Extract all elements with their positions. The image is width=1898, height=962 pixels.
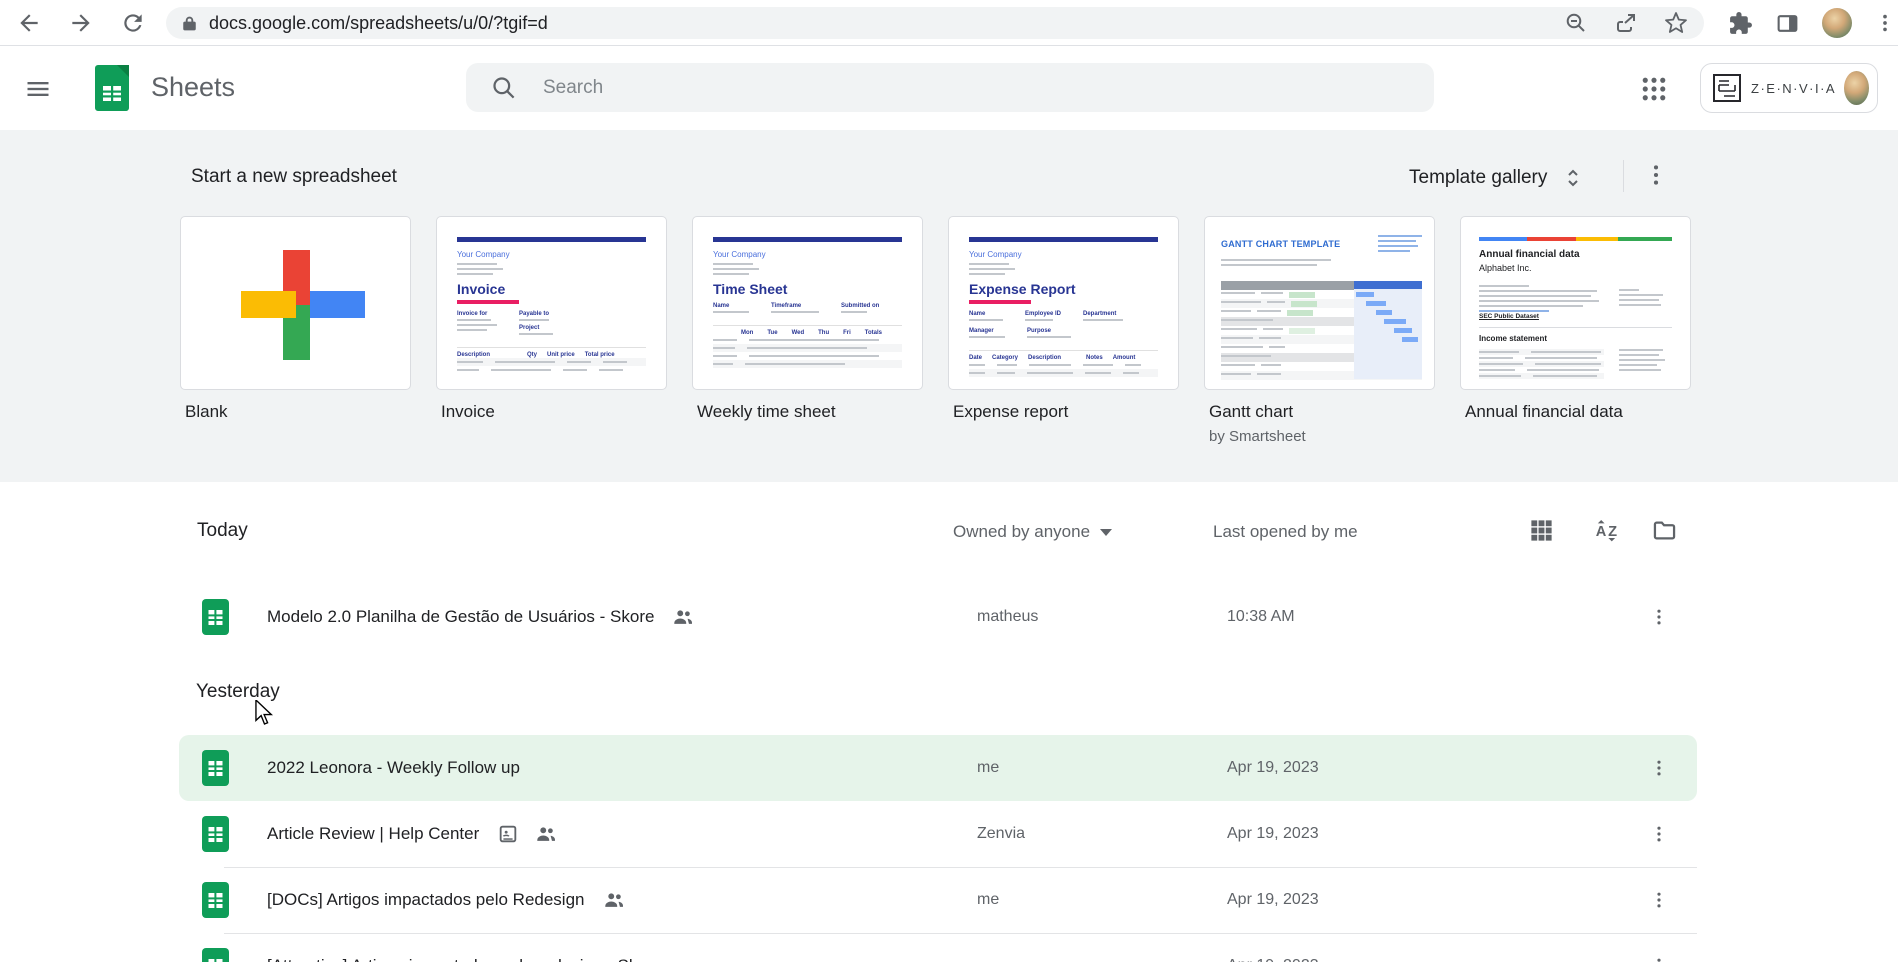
template-card-expense[interactable]: Your Company Expense Report Name Employe… <box>948 216 1179 390</box>
template-section-title: Start a new spreadsheet <box>191 166 397 187</box>
sort-az-icon[interactable]: AZ <box>1594 517 1621 544</box>
share-icon[interactable] <box>1614 11 1638 35</box>
template-sublabel-gantt: by Smartsheet <box>1209 428 1306 445</box>
main-menu-icon[interactable] <box>24 75 52 103</box>
file-title: Article Review | Help Center <box>267 824 480 843</box>
sheets-file-icon <box>202 948 229 962</box>
shared-people-icon <box>535 823 557 845</box>
account-badge[interactable]: Z·E·N·V·I·A <box>1700 63 1878 113</box>
template-label-expense: Expense report <box>953 402 1069 421</box>
plus-yellow <box>241 291 296 318</box>
file-title: [Attractive] Artigos impactados pelo red… <box>267 956 662 962</box>
section-heading-today: Today <box>197 520 248 541</box>
search-icon[interactable] <box>490 74 517 101</box>
row-menu-icon[interactable] <box>1645 603 1673 631</box>
template-label-timesheet: Weekly time sheet <box>697 402 836 421</box>
template-section: Start a new spreadsheet Template gallery… <box>0 130 1898 482</box>
file-date: Apr 19, 2023 <box>1227 957 1319 962</box>
template-gallery-button[interactable]: Template gallery <box>1409 166 1585 190</box>
file-date: Apr 19, 2023 <box>1227 759 1319 776</box>
sheets-file-icon <box>202 599 229 635</box>
sheets-file-icon <box>202 816 229 852</box>
open-file-picker-folder-icon[interactable] <box>1651 517 1678 544</box>
file-row[interactable]: [DOCs] Artigos impactados pelo Redesign … <box>179 867 1697 933</box>
row-menu-icon[interactable] <box>1645 886 1673 914</box>
app-title[interactable]: Sheets <box>151 72 235 103</box>
section-heading-yesterday: Yesterday <box>196 681 280 702</box>
app-header: Sheets Z·E·N·V·I·A <box>0 47 1898 130</box>
sheets-file-icon <box>202 882 229 918</box>
file-row-selected[interactable]: 2022 Leonora - Weekly Follow up me Apr 1… <box>179 735 1697 801</box>
template-card-invoice[interactable]: Your Company Invoice Invoice for Payable… <box>436 216 667 390</box>
divider <box>1623 160 1624 192</box>
template-card-blank[interactable] <box>180 216 411 390</box>
file-owner: me <box>977 891 1000 908</box>
template-label-blank: Blank <box>185 402 228 421</box>
caret-down-icon <box>1100 528 1113 536</box>
contact-card-icon <box>497 823 519 845</box>
reload-icon[interactable] <box>120 10 146 36</box>
template-gallery-label: Template gallery <box>1409 167 1548 188</box>
plus-blue <box>310 291 365 318</box>
google-apps-icon[interactable] <box>1640 75 1668 103</box>
file-row[interactable]: Article Review | Help Center Zenvia Apr … <box>179 801 1697 867</box>
template-card-timesheet[interactable]: Your Company Time Sheet Name Timeframe S… <box>692 216 923 390</box>
template-label-invoice: Invoice <box>441 402 495 421</box>
template-menu-icon[interactable] <box>1643 162 1669 188</box>
last-opened-column-header[interactable]: Last opened by me <box>1213 522 1358 542</box>
url-bar[interactable]: docs.google.com/spreadsheets/u/0/?tgif=d <box>166 7 1704 39</box>
template-card-gantt[interactable]: GANTT CHART TEMPLATE <box>1204 216 1435 390</box>
browser-profile-avatar[interactable] <box>1822 8 1852 38</box>
lock-icon[interactable] <box>182 15 197 32</box>
search-input[interactable] <box>543 76 1343 99</box>
file-row[interactable]: [Attractive] Artigos impactados pelo red… <box>179 933 1697 962</box>
mouse-cursor <box>252 700 276 726</box>
back-icon[interactable] <box>16 10 42 36</box>
unfold-more-icon <box>1561 166 1585 190</box>
svg-text:A: A <box>1596 524 1607 540</box>
file-title: Modelo 2.0 Planilha de Gestão de Usuário… <box>267 607 655 626</box>
url-text[interactable]: docs.google.com/spreadsheets/u/0/?tgif=d <box>209 13 548 34</box>
grid-view-icon[interactable] <box>1528 517 1555 544</box>
zoom-out-icon[interactable] <box>1564 11 1588 35</box>
template-card-annual[interactable]: Annual financial data Alphabet Inc. SEC … <box>1460 216 1691 390</box>
file-owner: matheus <box>977 608 1039 625</box>
svg-text:Z: Z <box>1608 524 1617 540</box>
file-owner: me <box>977 759 1000 776</box>
browser-menu-icon[interactable] <box>1874 12 1896 34</box>
extensions-icon[interactable] <box>1728 11 1753 36</box>
file-title: [DOCs] Artigos impactados pelo Redesign <box>267 890 585 909</box>
row-menu-icon[interactable] <box>1645 820 1673 848</box>
template-label-annual: Annual financial data <box>1465 402 1623 421</box>
sheets-file-icon <box>202 750 229 786</box>
search-bar[interactable] <box>466 63 1434 112</box>
row-menu-icon[interactable] <box>1645 952 1673 962</box>
bookmark-star-icon[interactable] <box>1664 11 1688 35</box>
account-org-name: Z·E·N·V·I·A <box>1751 80 1837 96</box>
browser-toolbar: docs.google.com/spreadsheets/u/0/?tgif=d <box>0 0 1898 46</box>
file-date: Apr 19, 2023 <box>1227 891 1319 908</box>
file-row[interactable]: Modelo 2.0 Planilha de Gestão de Usuário… <box>179 584 1697 650</box>
zenvia-logo-icon <box>1711 72 1743 104</box>
template-label-gantt: Gantt chart <box>1209 402 1294 421</box>
file-date: Apr 19, 2023 <box>1227 825 1319 842</box>
shared-people-icon <box>603 889 625 911</box>
forward-icon[interactable] <box>68 10 94 36</box>
owner-filter-dropdown[interactable]: Owned by anyone <box>953 522 1113 542</box>
sheets-logo-icon[interactable] <box>95 65 129 111</box>
account-avatar[interactable] <box>1844 71 1869 105</box>
file-title: 2022 Leonora - Weekly Follow up <box>267 758 520 777</box>
shared-people-icon <box>672 606 694 628</box>
file-owner: Zenvia <box>977 825 1026 842</box>
row-menu-icon[interactable] <box>1645 754 1673 782</box>
side-panel-icon[interactable] <box>1775 11 1800 36</box>
file-date: 10:38 AM <box>1227 608 1295 625</box>
